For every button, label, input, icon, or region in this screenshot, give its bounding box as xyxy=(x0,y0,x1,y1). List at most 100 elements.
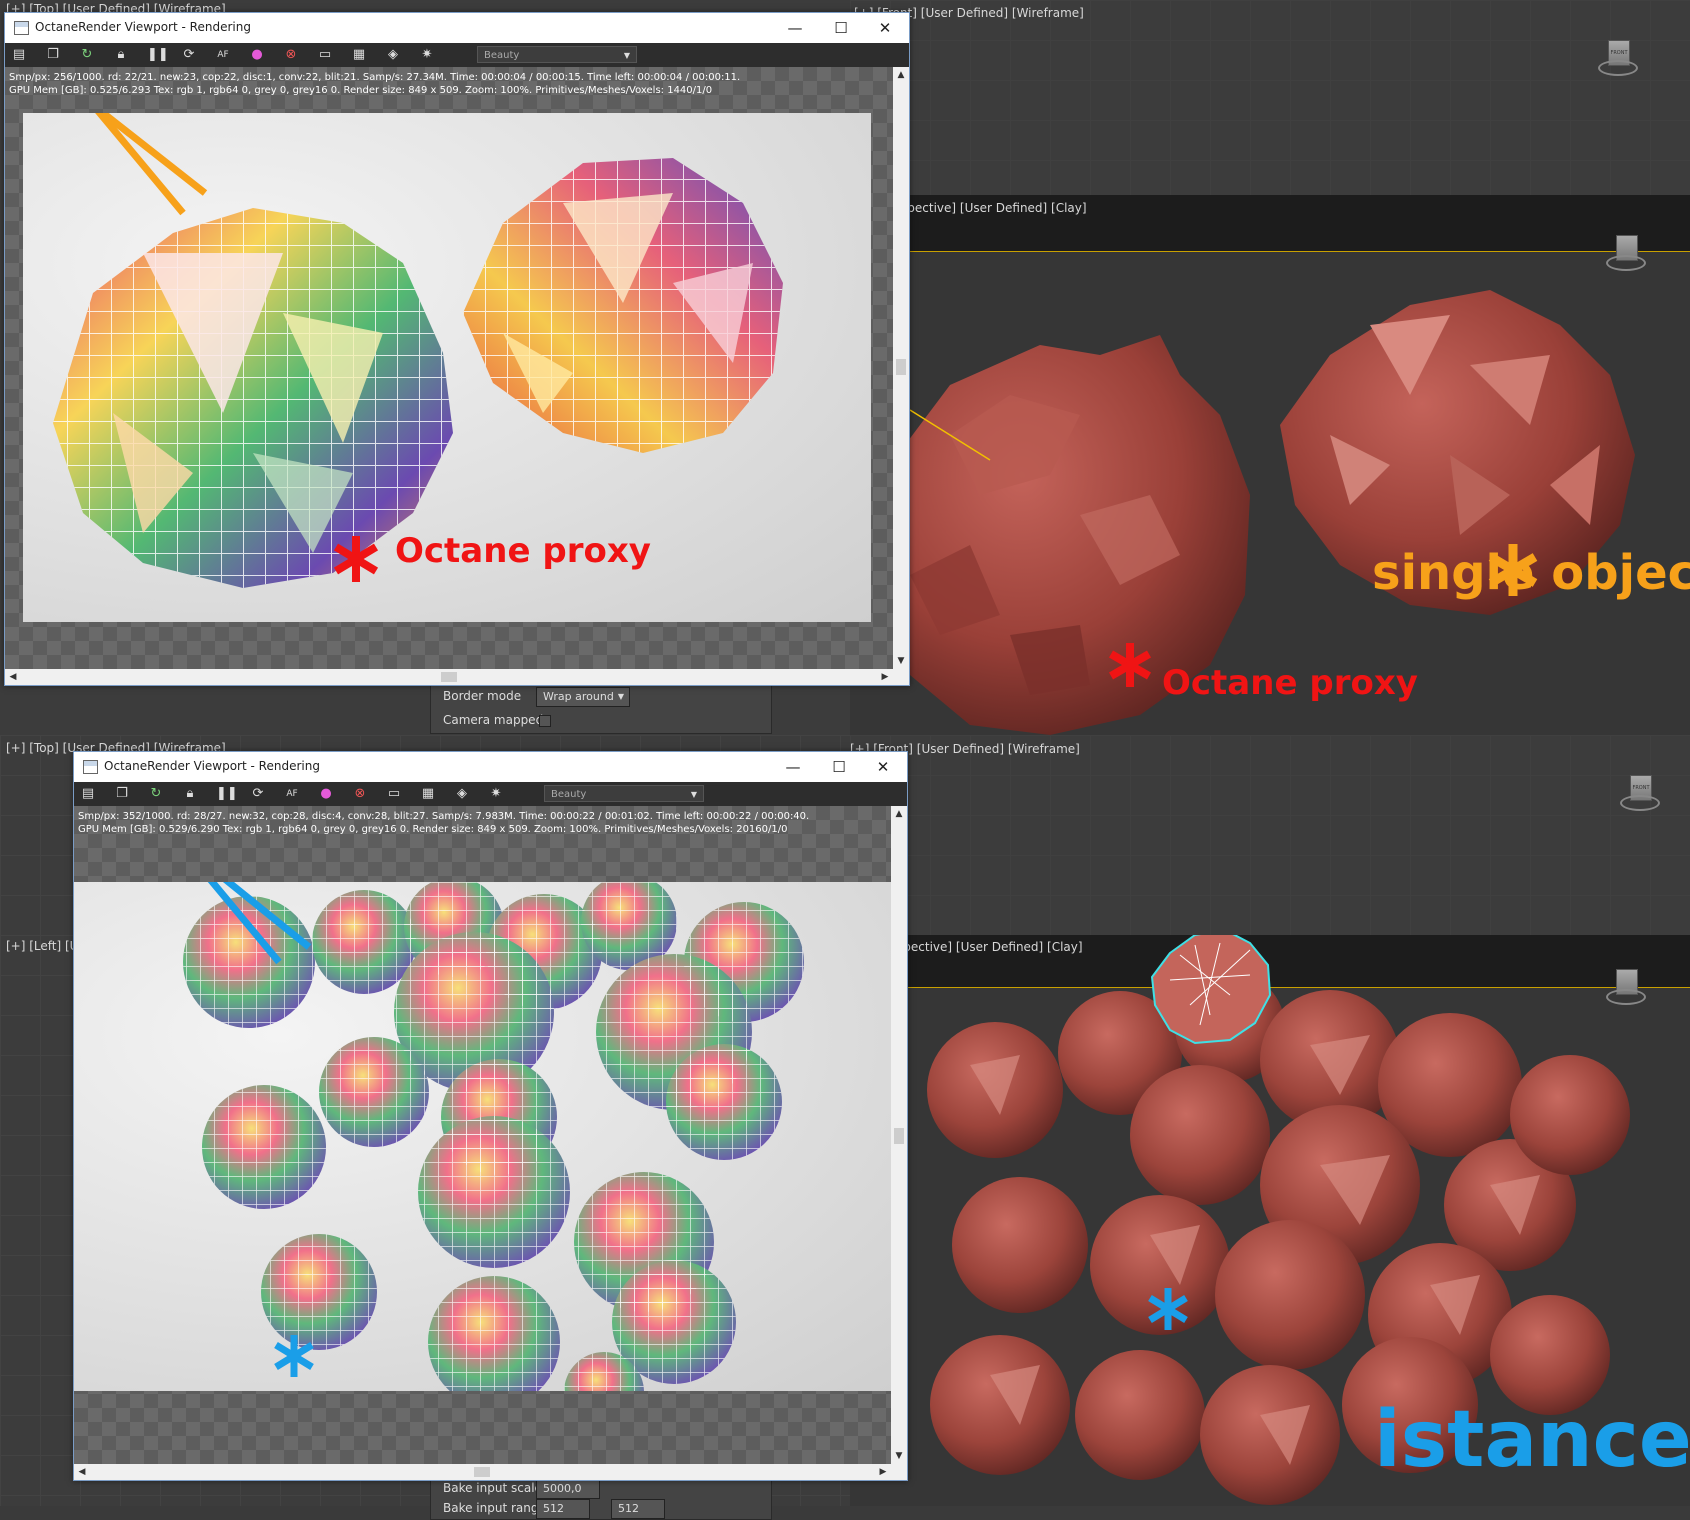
maximize-button[interactable]: ☐ xyxy=(819,13,863,43)
render-canvas[interactable]: Smp/px: 352/1000. rd: 28/27. new:32, cop… xyxy=(74,806,891,1464)
restart-icon[interactable]: ↻ xyxy=(148,786,164,802)
scroll-thumb[interactable] xyxy=(894,1128,904,1144)
octane-viewport-window-2[interactable]: OctaneRender Viewport - Rendering — ☐ ✕ … xyxy=(73,751,908,1481)
render-pass-dropdown[interactable]: Beauty ▼ xyxy=(477,46,637,63)
proxy-render-object xyxy=(53,208,453,588)
bake-range-field-b[interactable]: 512 xyxy=(611,1499,665,1519)
render-image xyxy=(74,882,891,1391)
scroll-down-icon[interactable]: ▼ xyxy=(893,653,909,669)
viewcube-ring xyxy=(1598,60,1638,76)
stats-line-2: GPU Mem [GB]: 0.529/6.290 Tex: rgb 1, rg… xyxy=(78,824,788,835)
film-icon[interactable]: ▦ xyxy=(351,47,367,63)
copy-icon[interactable]: ❐ xyxy=(114,786,130,802)
instanced-label: istanced xyxy=(1374,1395,1690,1485)
viewport-front-bottom[interactable]: [+] [Front] [User Defined] [Wireframe] F… xyxy=(850,735,1690,935)
octane-properties-panel: Border mode Wrap around ▼ Camera mapped xyxy=(430,680,772,734)
stats-line-1: Smp/px: 256/1000. rd: 22/21. new:23, cop… xyxy=(9,72,741,83)
window-title: OctaneRender Viewport - Rendering xyxy=(35,20,251,34)
vertical-scrollbar[interactable]: ▲ ▼ xyxy=(893,67,909,669)
refresh-icon[interactable]: ⟳ xyxy=(181,47,197,63)
title-bar[interactable]: OctaneRender Viewport - Rendering — ☐ ✕ xyxy=(74,752,907,782)
scroll-right-icon[interactable]: ▶ xyxy=(877,669,893,685)
chevron-down-icon: ▼ xyxy=(690,790,697,799)
region-icon[interactable]: ⊗ xyxy=(283,47,299,63)
display-icon[interactable]: ▭ xyxy=(317,47,333,63)
material-icon[interactable]: ◈ xyxy=(385,47,401,63)
scroll-up-icon[interactable]: ▲ xyxy=(893,67,909,83)
af-icon[interactable]: AF xyxy=(284,786,300,802)
scroll-thumb[interactable] xyxy=(474,1467,490,1477)
region-icon[interactable]: ⊗ xyxy=(352,786,368,802)
lock-icon[interactable]: 🔒︎ xyxy=(113,47,129,63)
color-wheel-icon[interactable]: ● xyxy=(249,47,265,63)
scroll-thumb[interactable] xyxy=(896,359,906,375)
vertical-scrollbar[interactable]: ▲ ▼ xyxy=(891,806,907,1464)
bake-scale-label: Bake input scale xyxy=(443,1481,542,1495)
bake-scale-field[interactable]: 5000,0 xyxy=(536,1479,600,1499)
save-icon[interactable]: ▤ xyxy=(11,47,27,63)
bake-range-value-a: 512 xyxy=(543,1502,564,1515)
settings-icon[interactable]: ✷ xyxy=(419,47,435,63)
restart-icon[interactable]: ↻ xyxy=(79,47,95,63)
stats-line-1: Smp/px: 352/1000. rd: 28/27. new:32, cop… xyxy=(78,811,810,822)
save-icon[interactable]: ▤ xyxy=(80,786,96,802)
pause-icon[interactable]: ❚❚ xyxy=(216,786,238,802)
bake-properties-panel: Bake input scale 5000,0 Bake input range… xyxy=(430,1478,772,1520)
title-bar[interactable]: OctaneRender Viewport - Rendering — ☐ ✕ xyxy=(5,13,909,43)
viewport-front-top[interactable]: [+] [Front] [User Defined] [Wireframe] F… xyxy=(850,0,1690,195)
maximize-button[interactable]: ☐ xyxy=(817,752,861,782)
stats-line-2: GPU Mem [GB]: 0.525/6.293 Tex: rgb 1, rg… xyxy=(9,85,713,96)
copy-icon[interactable]: ❐ xyxy=(45,47,61,63)
scroll-right-icon[interactable]: ▶ xyxy=(875,1464,891,1480)
horizontal-scrollbar[interactable]: ◀ ▶ xyxy=(5,669,893,685)
render-stats: Smp/px: 256/1000. rd: 22/21. new:23, cop… xyxy=(9,71,740,97)
scroll-thumb[interactable] xyxy=(441,672,457,682)
scroll-up-icon[interactable]: ▲ xyxy=(891,806,907,822)
render-toolbar: ▤ ❐ ↻ 🔒︎ ❚❚ ⟳ AF ● ⊗ ▭ ▦ ◈ ✷ Beauty ▼ xyxy=(5,43,909,67)
scroll-left-icon[interactable]: ◀ xyxy=(74,1464,90,1480)
material-icon[interactable]: ◈ xyxy=(454,786,470,802)
viewcube[interactable]: FRONT xyxy=(1620,775,1660,813)
render-scene-2 xyxy=(183,882,804,1391)
border-mode-dropdown[interactable]: Wrap around ▼ xyxy=(536,687,630,707)
bake-range-field-a[interactable]: 512 xyxy=(536,1499,590,1519)
close-button[interactable]: ✕ xyxy=(863,13,907,43)
render-pass-value: Beauty xyxy=(484,50,520,61)
minimize-button[interactable]: — xyxy=(771,752,815,782)
bake-range-label: Bake input range xyxy=(443,1501,546,1515)
refresh-icon[interactable]: ⟳ xyxy=(250,786,266,802)
af-icon[interactable]: AF xyxy=(215,47,231,63)
horizontal-scrollbar[interactable]: ◀ ▶ xyxy=(74,1464,891,1480)
scroll-left-icon[interactable]: ◀ xyxy=(5,669,21,685)
viewcube[interactable]: FRONT xyxy=(1598,40,1638,78)
border-mode-value: Wrap around xyxy=(543,690,614,703)
film-icon[interactable]: ▦ xyxy=(420,786,436,802)
orange-asterisk-icon xyxy=(1488,544,1538,596)
app-icon xyxy=(83,760,98,774)
settings-icon[interactable]: ✷ xyxy=(488,786,504,802)
render-pass-dropdown[interactable]: Beauty ▼ xyxy=(544,785,704,802)
bake-scale-value: 5000,0 xyxy=(543,1482,582,1495)
viewport-grid xyxy=(850,0,1690,195)
camera-mapped-checkbox[interactable] xyxy=(539,715,551,727)
lock-icon[interactable]: 🔒︎ xyxy=(182,786,198,802)
render-stats: Smp/px: 352/1000. rd: 28/27. new:32, cop… xyxy=(78,810,809,836)
render-canvas[interactable]: Smp/px: 256/1000. rd: 22/21. new:23, cop… xyxy=(5,67,893,669)
red-asterisk-icon xyxy=(333,536,379,582)
viewport-perspective-top[interactable]: [+] [Perspective] [User Defined] [Clay] xyxy=(850,195,1690,735)
minimize-button[interactable]: — xyxy=(773,13,817,43)
viewport-perspective-bottom[interactable]: [+] [Perspective] [User Defined] [Clay] xyxy=(850,935,1690,1506)
viewport-grid xyxy=(850,735,1690,935)
display-icon[interactable]: ▭ xyxy=(386,786,402,802)
octane-viewport-window-1[interactable]: OctaneRender Viewport - Rendering — ☐ ✕ … xyxy=(4,12,910,686)
blue-asterisk-icon xyxy=(1148,1288,1188,1330)
single-render-object xyxy=(463,158,783,453)
chevron-down-icon: ▼ xyxy=(617,692,624,701)
border-mode-label: Border mode xyxy=(443,689,522,703)
pause-icon[interactable]: ❚❚ xyxy=(147,47,169,63)
chevron-down-icon: ▼ xyxy=(623,51,630,60)
color-wheel-icon[interactable]: ● xyxy=(318,786,334,802)
clay-scene-top xyxy=(870,290,1635,735)
scroll-down-icon[interactable]: ▼ xyxy=(891,1448,907,1464)
close-button[interactable]: ✕ xyxy=(861,752,905,782)
